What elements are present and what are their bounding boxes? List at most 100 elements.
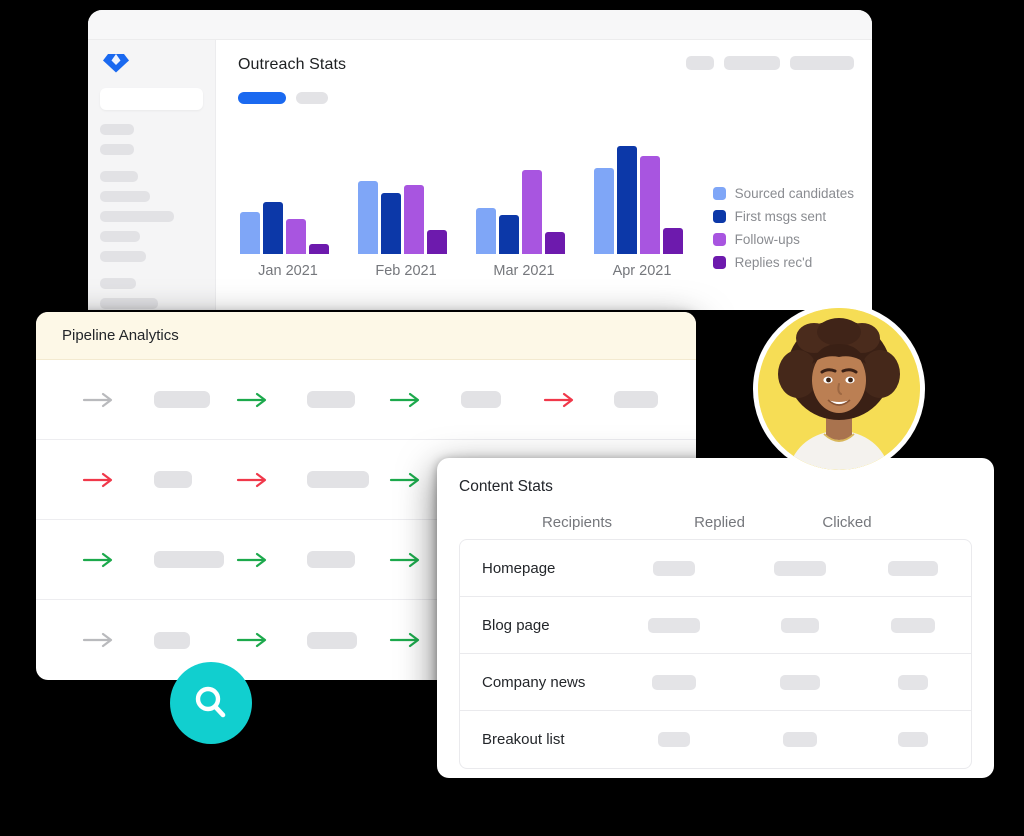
pipeline-cell-value — [153, 391, 236, 408]
table-cell — [745, 732, 856, 747]
bar-first-msgs-sent-0[interactable] — [263, 201, 283, 254]
bar-sourced-candidates-3[interactable] — [594, 168, 614, 254]
bar-follow-ups-1[interactable] — [404, 185, 424, 254]
bar-sourced-candidates-0[interactable] — [240, 211, 260, 254]
search-fab-button[interactable] — [170, 662, 252, 744]
pipeline-header: Pipeline Analytics — [36, 312, 696, 360]
value-placeholder — [651, 674, 696, 690]
legend-item[interactable]: Replies rec'd — [712, 255, 854, 270]
row-label: Breakout list — [482, 731, 565, 748]
value-placeholder — [774, 560, 827, 576]
sidebar-group-divider — [100, 164, 203, 171]
chart-legend: Sourced candidates First msgs sent Follow-… — [712, 186, 854, 270]
x-tick-label: Feb 2021 — [375, 263, 437, 279]
arrow-red-icon — [236, 471, 308, 489]
value-placeholder — [657, 732, 690, 747]
legend-swatch-icon — [712, 187, 726, 200]
bar-sourced-candidates-1[interactable] — [358, 181, 378, 254]
sidebar-item-2[interactable] — [100, 171, 138, 182]
tab-bar — [238, 92, 852, 104]
value-placeholder — [307, 471, 370, 488]
bar-group-apr-2021 — [594, 145, 690, 254]
sidebar-item-1[interactable] — [100, 144, 134, 155]
pipeline-row[interactable] — [36, 360, 696, 440]
tab-inactive[interactable] — [296, 92, 328, 104]
table-cell — [856, 617, 971, 633]
pipeline-cell-value — [307, 471, 389, 488]
row-label: Homepage — [482, 559, 556, 577]
bar-replies-rec-d-2[interactable] — [545, 232, 565, 254]
pipeline-cell-value — [307, 551, 389, 568]
table-cell — [603, 617, 745, 633]
pipeline-cell-value — [153, 551, 236, 568]
column-header-recipients[interactable]: Recipients — [497, 514, 657, 531]
bar-follow-ups-2[interactable] — [522, 170, 542, 254]
toolbar — [686, 56, 854, 70]
screenshot-stage: Outreach Stats Jan 2021 Feb 2021 Mar 2021 A… — [0, 0, 1024, 836]
sidebar-item-0[interactable] — [100, 124, 134, 135]
tab-active[interactable] — [238, 92, 286, 104]
legend-label: Follow-ups — [734, 232, 800, 247]
value-placeholder — [307, 391, 356, 408]
x-tick-label: Jan 2021 — [258, 263, 318, 279]
chart-x-axis: Jan 2021 Feb 2021 Mar 2021 Apr 2021 — [240, 263, 690, 279]
sidebar-item-6[interactable] — [100, 251, 146, 262]
bar-group-jan-2021 — [240, 201, 336, 254]
search-input[interactable] — [100, 88, 203, 110]
bar-first-msgs-sent-1[interactable] — [381, 192, 401, 254]
sidebar-item-7[interactable] — [100, 278, 136, 289]
pipeline-cell-value — [307, 631, 389, 649]
column-header-replied[interactable]: Replied — [657, 514, 782, 531]
table-cell — [603, 732, 745, 747]
toolbar-button-1[interactable] — [686, 56, 714, 70]
bar-follow-ups-3[interactable] — [640, 155, 660, 254]
toolbar-button-3[interactable] — [790, 56, 854, 70]
bar-replies-rec-d-0[interactable] — [309, 244, 329, 254]
toolbar-button-2[interactable] — [724, 56, 780, 70]
bar-first-msgs-sent-3[interactable] — [617, 145, 637, 254]
value-placeholder — [783, 732, 818, 747]
search-icon — [195, 686, 226, 718]
pipeline-cell-value — [614, 391, 696, 408]
value-placeholder — [614, 391, 659, 408]
value-placeholder — [460, 391, 501, 408]
value-placeholder — [307, 551, 356, 568]
content-stats-card: Content Stats Recipients Replied Clicked H… — [437, 458, 994, 778]
value-placeholder — [891, 617, 936, 633]
bar-replies-rec-d-3[interactable] — [663, 228, 683, 254]
column-header-clicked[interactable]: Clicked — [782, 514, 912, 531]
legend-item[interactable]: Follow-ups — [712, 232, 854, 247]
legend-item[interactable]: First msgs sent — [712, 209, 854, 224]
value-placeholder — [888, 560, 939, 576]
arrow-green-icon — [236, 391, 308, 409]
legend-label: First msgs sent — [734, 209, 827, 224]
row-label: Blog page — [482, 616, 550, 634]
pipeline-cell-value — [460, 391, 543, 408]
chart-plot-area — [240, 126, 690, 254]
sidebar-group-divider — [100, 271, 203, 278]
arrow-gray-icon — [82, 631, 154, 649]
sidebar-item-8[interactable] — [100, 298, 158, 309]
legend-label: Replies rec'd — [734, 255, 813, 270]
bar-first-msgs-sent-2[interactable] — [499, 214, 519, 254]
legend-item[interactable]: Sourced candidates — [712, 186, 854, 201]
bar-group-mar-2021 — [476, 170, 572, 254]
bar-replies-rec-d-1[interactable] — [427, 230, 447, 254]
sidebar-item-5[interactable] — [100, 231, 140, 242]
table-row[interactable]: Homepage — [460, 540, 971, 597]
dashboard-body: Outreach Stats Jan 2021 Feb 2021 Mar 2021 A… — [88, 40, 872, 310]
table-row[interactable]: Blog page — [460, 597, 971, 654]
row-label: Company news — [482, 673, 586, 691]
table-row[interactable]: Breakout list — [460, 711, 971, 768]
table-row[interactable]: Company news — [460, 654, 971, 711]
sidebar-item-4[interactable] — [100, 211, 174, 222]
legend-swatch-icon — [712, 210, 726, 223]
arrow-red-icon — [82, 471, 154, 489]
bar-follow-ups-0[interactable] — [286, 218, 306, 254]
sidebar-item-3[interactable] — [100, 191, 150, 202]
value-placeholder — [153, 631, 190, 649]
bar-sourced-candidates-2[interactable] — [476, 207, 496, 254]
value-placeholder — [781, 617, 820, 633]
outreach-bar-chart: Jan 2021 Feb 2021 Mar 2021 Apr 2021 — [240, 126, 690, 286]
diamond-gem-icon[interactable] — [102, 52, 130, 74]
